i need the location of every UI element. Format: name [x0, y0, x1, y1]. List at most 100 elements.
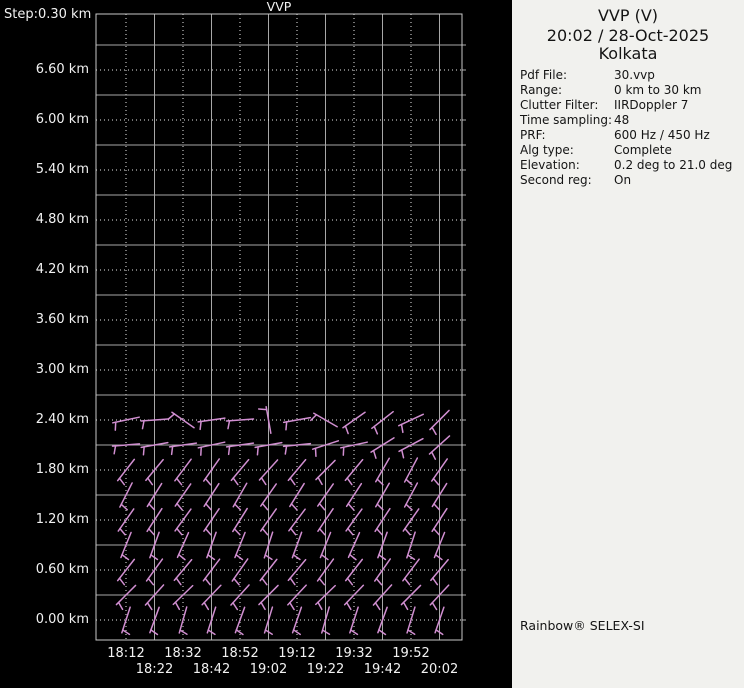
- wind-barb-feather: [257, 408, 268, 411]
- wind-barb-feather: [433, 528, 440, 536]
- wind-barb-staff: [232, 507, 248, 533]
- wind-barb-feather: [405, 478, 413, 486]
- wind-barb-feather: [261, 527, 269, 536]
- software-brand: Rainbow® SELEX-SI: [520, 618, 645, 633]
- wind-barb-feather: [347, 503, 355, 511]
- parameter-value: 48: [614, 113, 630, 127]
- parameter-row: PRF: 600 Hz / 450 Hz: [520, 128, 744, 143]
- x-tick-label: 18:22: [135, 662, 174, 677]
- parameter-label: Elevation:: [520, 158, 580, 172]
- wind-barb-feather: [432, 577, 439, 586]
- site-name: Kolkata: [598, 44, 658, 63]
- wind-barb-feather: [141, 419, 145, 430]
- x-tick-label: 19:52: [392, 646, 430, 661]
- wind-barb-feather: [404, 527, 411, 536]
- wind-barb-feather: [344, 425, 349, 435]
- wind-barb-feather: [121, 553, 130, 561]
- wind-barb-feather: [119, 527, 126, 536]
- wind-barb-feather: [261, 502, 269, 511]
- wind-barb-feather: [373, 425, 379, 435]
- parameter-label: PRF:: [520, 128, 546, 142]
- wind-barb-feather: [261, 577, 268, 586]
- wind-barb-feather: [204, 577, 211, 586]
- wind-barb-feather: [120, 503, 128, 511]
- wind-barb-feather: [260, 477, 267, 486]
- vvp-product-window: VVP Step: 0.30 km 6.60 km 6.00 km 5.40 km 4…: [0, 0, 744, 688]
- wind-barb-feather: [309, 414, 318, 422]
- wind-barb-feather: [118, 577, 126, 586]
- wind-barb-feather: [430, 451, 437, 460]
- x-tick-label: 19:22: [306, 662, 345, 677]
- parameter-value: 0 km to 30 km: [614, 83, 702, 97]
- wind-barb-feather: [148, 503, 156, 511]
- wind-barb-feather: [174, 601, 181, 611]
- wind-barb-feather: [321, 629, 331, 635]
- product-parameter-list: Pdf File: 30.vvp Range: 0 km to 30 km Clutte…: [512, 68, 744, 188]
- wind-barb-feather: [142, 446, 145, 456]
- parameter-label: Pdf File:: [520, 68, 568, 82]
- wind-barb-feather: [402, 601, 409, 611]
- parameter-value: 0.2 deg to 21.0 deg: [614, 158, 733, 172]
- x-tick-label: 20:02: [420, 662, 459, 677]
- parameter-row: Range: 0 km to 30 km: [520, 83, 744, 98]
- wind-barb-feather: [175, 477, 183, 486]
- x-tick-label: 19:32: [335, 646, 373, 661]
- wind-barb-feather: [403, 577, 411, 586]
- wind-barb-feather: [431, 426, 437, 436]
- wind-barb-feather: [400, 449, 405, 459]
- wind-barb-feather: [318, 527, 326, 536]
- wind-barb-feather: [347, 527, 354, 536]
- wind-barb-feather: [289, 601, 295, 611]
- wind-barb-feather: [432, 477, 440, 486]
- wind-barb-feather: [318, 577, 326, 586]
- wind-barb-feather: [118, 477, 126, 486]
- parameter-row: Alg type: Complete: [520, 143, 744, 158]
- x-tick-label: 19:02: [249, 662, 288, 677]
- wind-barb-feather: [179, 629, 188, 635]
- wind-barb-feather: [232, 602, 239, 611]
- wind-barb-feather: [199, 420, 202, 431]
- wind-barb-feather: [146, 602, 153, 611]
- wind-barb-feather: [113, 445, 117, 455]
- x-tick-label: 18:42: [192, 662, 231, 677]
- wind-barb-feather: [235, 553, 244, 561]
- wind-barb-feather: [289, 527, 297, 536]
- wind-barb-feather: [346, 577, 354, 586]
- wind-barb-feather: [372, 449, 377, 459]
- x-tick-label: 18:32: [164, 646, 202, 661]
- parameter-row: Elevation: 0.2 deg to 21.0 deg: [520, 158, 744, 173]
- wind-barb-feather: [227, 445, 231, 456]
- wind-barb-feather: [233, 577, 240, 586]
- x-tick-label: 18:52: [221, 646, 259, 661]
- parameter-label: Alg type:: [520, 143, 574, 157]
- wind-barb-feather: [170, 445, 174, 456]
- parameter-row: Time sampling: 48: [520, 113, 744, 128]
- wind-barb-feather: [148, 528, 155, 536]
- wind-barb-feather: [434, 553, 443, 561]
- parameter-value: On: [614, 173, 632, 187]
- parameter-value: Complete: [614, 143, 672, 157]
- wind-barb-staff: [398, 413, 424, 427]
- parameter-label: Second reg:: [520, 173, 592, 187]
- wind-barb-feather: [147, 577, 155, 586]
- wind-barb-feather: [117, 601, 124, 611]
- wind-barb-feather: [260, 601, 266, 611]
- wind-barb-feather: [176, 502, 183, 511]
- wind-barb-feather: [320, 553, 329, 561]
- wind-barb-feather: [433, 503, 441, 511]
- wind-barb-feather: [256, 446, 259, 456]
- parameter-label: Clutter Filter:: [520, 98, 599, 112]
- parameter-row: Second reg: On: [520, 173, 744, 188]
- wind-barb-feather: [285, 421, 288, 431]
- plot-border: [95, 13, 463, 641]
- wind-barb-feather: [290, 503, 298, 511]
- wind-barb-feather: [289, 477, 296, 486]
- info-panel: VVP (V) 20:02 / 28-Oct-2025 Kolkata Pdf …: [512, 0, 744, 688]
- wind-barb-feather: [400, 423, 404, 434]
- wind-barb-staff: [225, 418, 255, 422]
- parameter-value: IIRDoppler 7: [614, 98, 689, 112]
- parameter-row: Pdf File: 30.vvp: [520, 68, 744, 83]
- wind-barb-staff: [140, 418, 169, 422]
- wind-barb-feather: [374, 602, 381, 611]
- wind-barb-feather: [167, 413, 176, 420]
